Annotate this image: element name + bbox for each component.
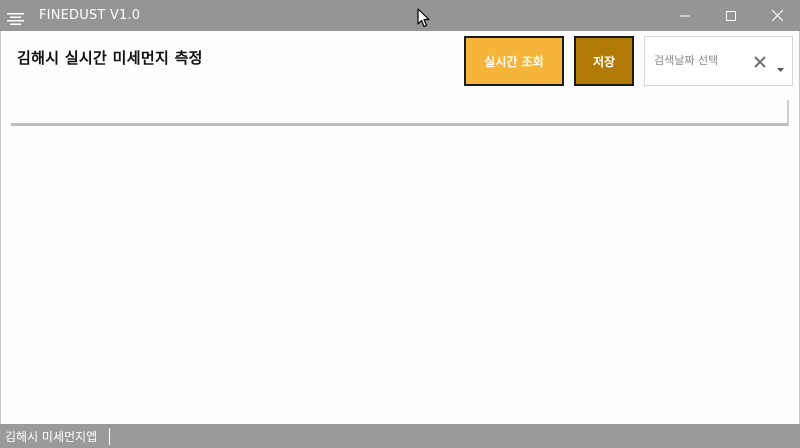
main-content <box>0 31 800 424</box>
maximize-icon <box>726 6 736 25</box>
close-button[interactable] <box>754 0 800 31</box>
mouse-cursor-icon <box>417 8 431 28</box>
clear-x-icon[interactable] <box>753 54 767 68</box>
status-text: 김해시 미세먼지앱 <box>5 430 98 444</box>
window-title: FINEDUST V1.0 <box>39 8 141 23</box>
save-button[interactable]: 저장 <box>574 36 634 86</box>
minimize-icon <box>680 6 690 25</box>
title-bar[interactable]: FINEDUST V1.0 <box>0 0 800 31</box>
data-panel <box>11 100 789 126</box>
page-title: 김해시 실시간 미세먼지 측정 <box>17 49 203 67</box>
close-icon <box>771 6 783 25</box>
search-date-picker[interactable]: 검색날짜 선택 <box>644 36 793 86</box>
status-separator <box>109 428 110 445</box>
status-bar: 김해시 미세먼지앱 <box>0 424 800 448</box>
chevron-down-icon[interactable] <box>776 58 785 72</box>
maximize-button[interactable] <box>708 0 754 31</box>
menu-lines-icon[interactable] <box>7 10 24 25</box>
minimize-button[interactable] <box>662 0 708 31</box>
date-picker-placeholder: 검색날짜 선택 <box>654 54 719 67</box>
app-window: FINEDUST V1.0 김해시 실시간 미세먼지 측정 실시간 조회 저장 … <box>0 0 800 448</box>
realtime-query-button[interactable]: 실시간 조회 <box>464 36 564 86</box>
